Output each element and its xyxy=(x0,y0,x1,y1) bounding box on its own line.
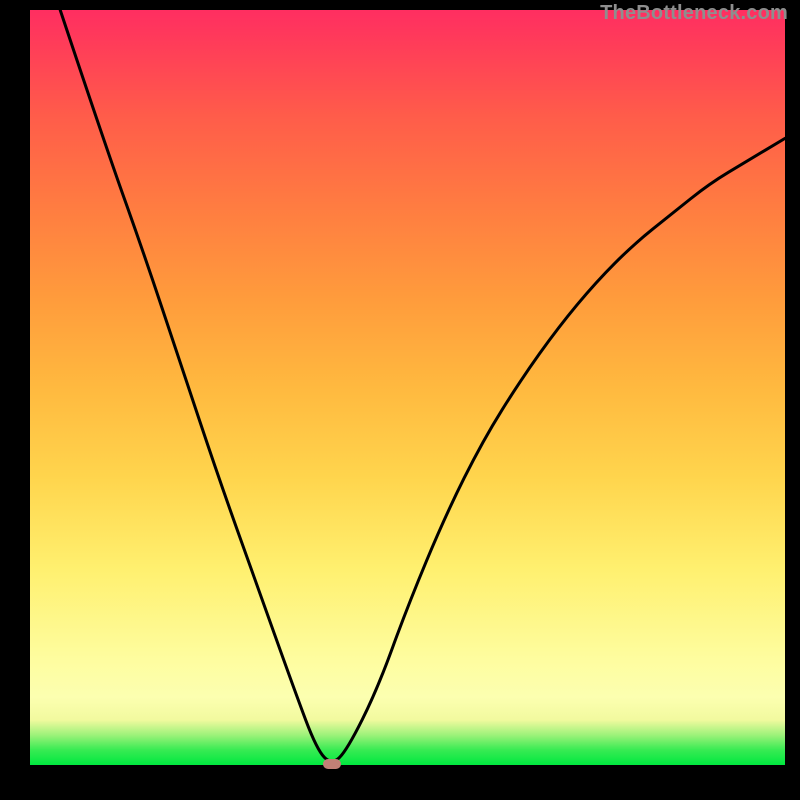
attribution-label: TheBottleneck.com xyxy=(600,2,788,25)
minimum-marker xyxy=(323,759,341,769)
bottleneck-curve xyxy=(30,10,785,765)
chart-frame: TheBottleneck.com xyxy=(0,0,800,800)
plot-area xyxy=(30,10,785,765)
